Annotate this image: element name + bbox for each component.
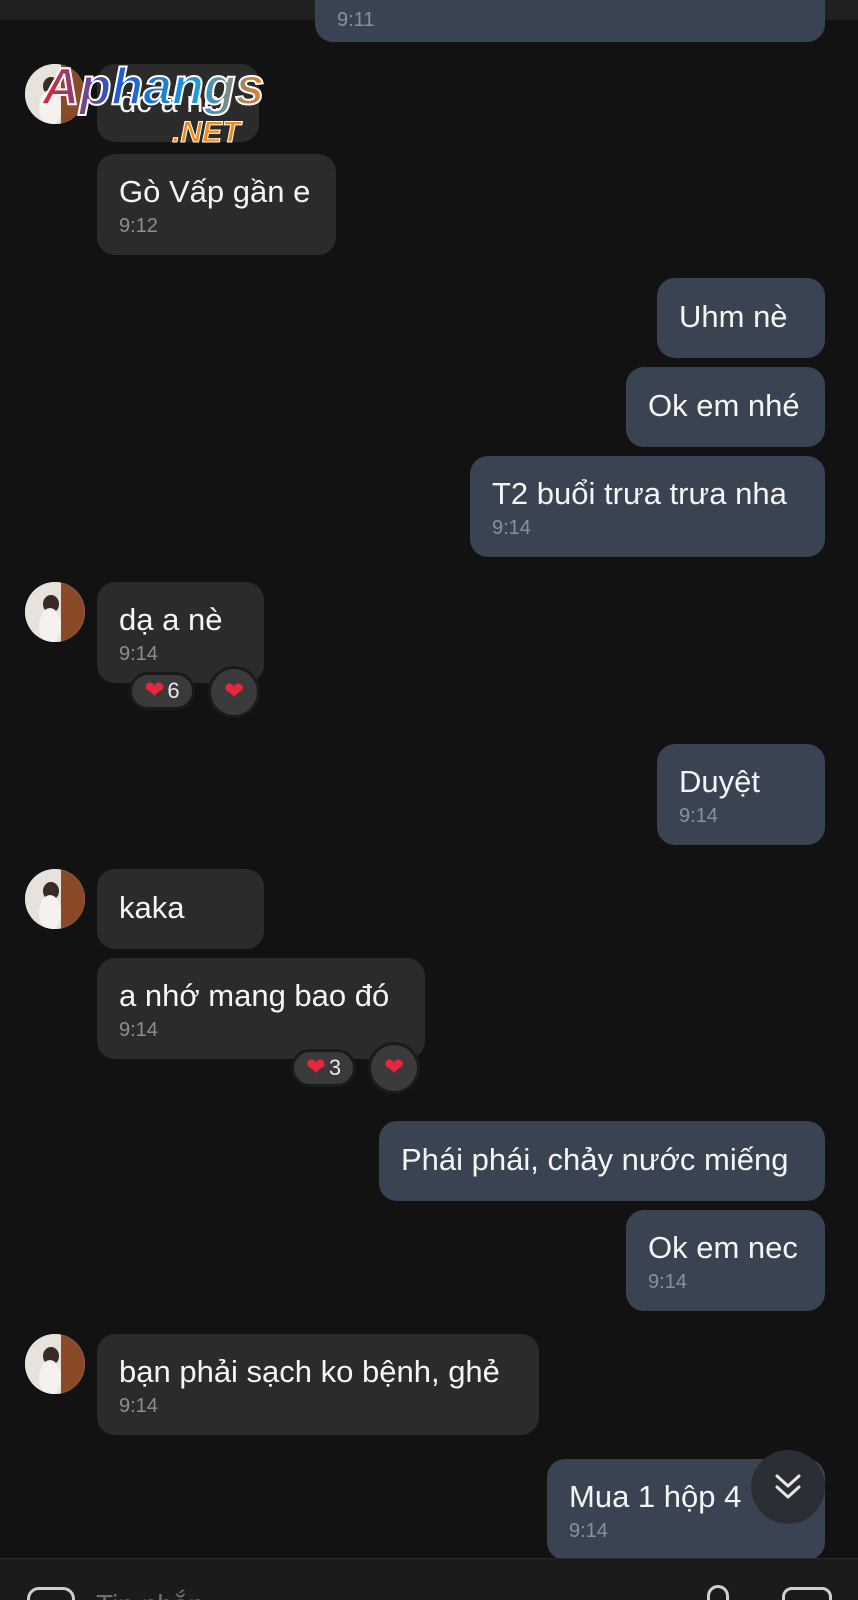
avatar[interactable] bbox=[25, 869, 85, 929]
heart-icon: ❤ bbox=[383, 1054, 405, 1081]
message-text: Uhm nè bbox=[679, 299, 788, 334]
heart-icon: ❤ bbox=[144, 677, 165, 704]
watermark-logo: Aphangs .NET bbox=[39, 57, 310, 154]
message-bubble-incoming[interactable]: Gò Vấp gần e 9:12 bbox=[97, 154, 336, 255]
message-time: 9:14 bbox=[119, 1019, 158, 1041]
message-text: kaka bbox=[119, 890, 185, 925]
message-composer: Tin nhắn bbox=[0, 1558, 858, 1600]
heart-icon: ❤ bbox=[305, 1054, 326, 1081]
message-bubble-outgoing[interactable]: Duyệt 9:14 bbox=[657, 744, 825, 845]
message-text: Duyệt bbox=[679, 764, 760, 799]
message-time: 9:12 bbox=[119, 215, 158, 237]
reaction-count: 3 bbox=[328, 1055, 342, 1080]
double-chevron-down-icon bbox=[775, 1474, 801, 1499]
microphone-icon[interactable] bbox=[707, 1585, 729, 1600]
message-time: 9:11 bbox=[337, 9, 375, 31]
message-text: bạn phải sạch ko bệnh, ghẻ bbox=[119, 1354, 500, 1389]
message-bubble-outgoing[interactable]: 9:11 bbox=[315, 0, 825, 42]
svg-text:Aphangs: Aphangs bbox=[40, 58, 264, 116]
message-text: Phái phái, chảy nước miếng bbox=[401, 1142, 789, 1177]
message-text: Gò Vấp gần e bbox=[119, 174, 311, 209]
message-bubble-outgoing[interactable]: T2 buổi trưa trưa nha 9:14 bbox=[470, 456, 825, 557]
message-bubble-incoming[interactable]: a nhớ mang bao đó 9:14 bbox=[97, 958, 425, 1059]
message-time: 9:14 bbox=[492, 517, 531, 539]
image-icon[interactable] bbox=[782, 1587, 832, 1600]
reaction-summary[interactable]: ❤ 3 bbox=[291, 1049, 356, 1087]
svg-text:.NET: .NET bbox=[172, 116, 243, 149]
message-text: Ok em nhé bbox=[648, 388, 800, 423]
avatar[interactable] bbox=[25, 582, 85, 642]
heart-icon: ❤ bbox=[223, 678, 245, 705]
message-bubble-incoming[interactable]: kaka bbox=[97, 869, 264, 949]
message-text: T2 buổi trưa trưa nha bbox=[492, 476, 787, 511]
message-text: a nhớ mang bao đó bbox=[119, 978, 390, 1013]
scroll-to-bottom-button[interactable] bbox=[751, 1450, 825, 1524]
react-heart-button[interactable]: ❤ bbox=[368, 1042, 420, 1094]
message-time: 9:14 bbox=[119, 1395, 158, 1417]
reaction-count: 6 bbox=[167, 678, 180, 703]
message-time: 9:14 bbox=[119, 643, 158, 665]
message-bubble-incoming[interactable]: bạn phải sạch ko bệnh, ghẻ 9:14 bbox=[97, 1334, 539, 1435]
message-bubble-outgoing[interactable]: Phái phái, chảy nước miếng bbox=[379, 1121, 825, 1201]
message-text: Ok em nec bbox=[648, 1230, 798, 1265]
message-time: 9:14 bbox=[679, 805, 718, 827]
avatar[interactable] bbox=[25, 1334, 85, 1394]
chat-screen: 9:11 đc a nè Aphangs .NET Gò Vấp gần e 9… bbox=[0, 0, 858, 1600]
message-time: 9:14 bbox=[648, 1271, 687, 1293]
message-bubble-outgoing[interactable]: Uhm nè bbox=[657, 278, 825, 358]
reaction-summary[interactable]: ❤ 6 bbox=[129, 672, 195, 710]
message-bubble-outgoing[interactable]: Ok em nhé bbox=[626, 367, 825, 447]
message-bubble-outgoing[interactable]: Ok em nec 9:14 bbox=[626, 1210, 825, 1311]
message-time: 9:14 bbox=[569, 1520, 608, 1542]
react-heart-button[interactable]: ❤ bbox=[208, 666, 260, 718]
emoji-icon[interactable] bbox=[27, 1587, 75, 1600]
message-input[interactable]: Tin nhắn bbox=[96, 1589, 204, 1600]
message-text: dạ a nè bbox=[119, 602, 223, 637]
